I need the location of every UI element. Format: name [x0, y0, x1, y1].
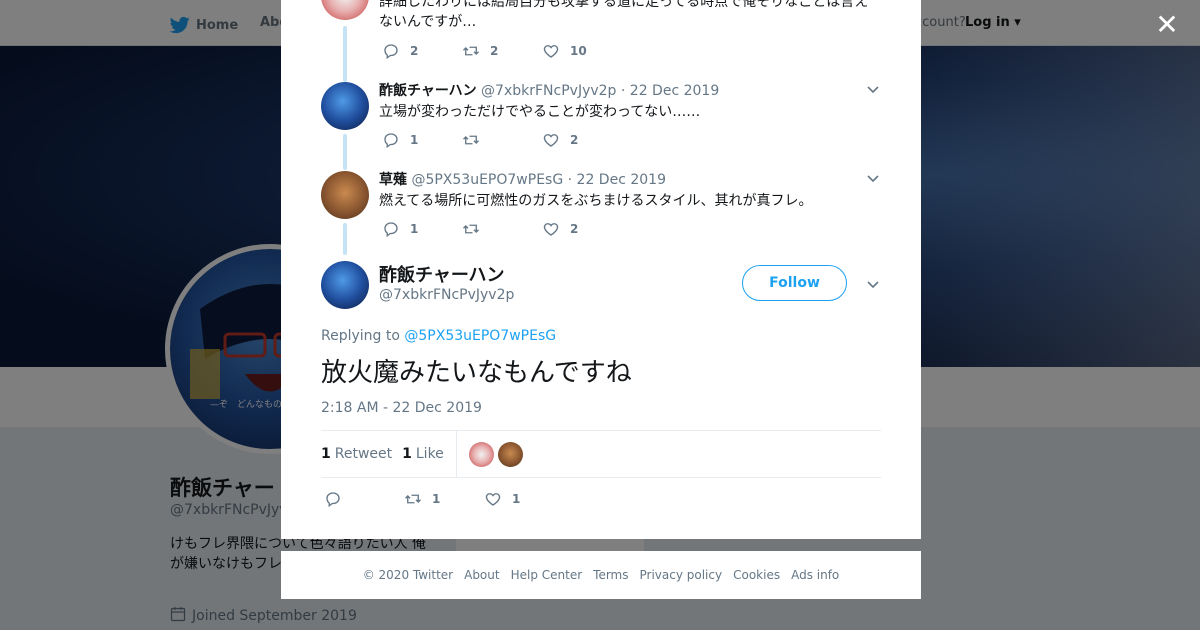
chevron-down-icon[interactable]: [866, 82, 880, 96]
follow-button[interactable]: Follow: [742, 265, 847, 301]
reply-icon: [382, 131, 400, 149]
like-count: 2: [570, 222, 579, 236]
tweet-actions: 1 2: [382, 220, 622, 238]
tweet-author-handle[interactable]: @5PX53uEPO7wPEsG: [411, 172, 563, 188]
tweet-avatar[interactable]: [321, 171, 369, 219]
retweet-stat[interactable]: 1 Retweet: [321, 446, 392, 462]
retweet-icon: [462, 131, 480, 149]
reply-icon: [382, 220, 400, 238]
like-button[interactable]: 1: [484, 490, 564, 508]
tweet-text: 燃えてる場所に可燃性のガスをぶちまけるスタイル、其れが真フレ。: [379, 193, 813, 209]
tweet-header: 草薙 @5PX53uEPO7wPEsG · 22 Dec 2019: [379, 169, 666, 189]
footer-link-privacy[interactable]: Privacy policy: [640, 568, 723, 582]
like-stat-label: Like: [415, 446, 444, 462]
main-tweet-avatar[interactable]: [321, 261, 369, 309]
like-count: 10: [570, 44, 587, 58]
reply-icon: [382, 42, 400, 60]
reply-count: 2: [410, 44, 419, 58]
reply-count: 1: [410, 222, 419, 236]
tweet-permalink-modal: 詳細したわりには結局自分も攻撃する道に走ってる時点で俺そりなことは言えないんです…: [281, 0, 921, 539]
footer-link-terms[interactable]: Terms: [593, 568, 628, 582]
tweet-date[interactable]: · 22 Dec 2019: [568, 172, 666, 188]
retweet-button[interactable]: [462, 220, 542, 238]
retweet-button[interactable]: [462, 131, 542, 149]
retweet-stat-label: Retweet: [334, 446, 393, 462]
replying-to: Replying to @5PX53uEPO7wPEsG: [321, 328, 556, 344]
tweet-author-handle[interactable]: @7xbkrFNcPvJyv2p: [481, 83, 616, 99]
like-button[interactable]: 2: [542, 131, 622, 149]
liker-avatar[interactable]: [468, 441, 494, 467]
thread-connector: [343, 26, 347, 82]
tweet-actions: 2 2 10: [382, 42, 622, 60]
tweet-author-name[interactable]: 草薙: [379, 172, 407, 188]
footer-copyright: © 2020 Twitter: [362, 568, 454, 582]
like-button[interactable]: 10: [542, 42, 622, 60]
tweet-avatar[interactable]: [321, 0, 369, 20]
main-tweet-actions: 1 1: [324, 490, 564, 508]
chevron-down-icon[interactable]: [866, 277, 880, 291]
footer-link-ads-info[interactable]: Ads info: [791, 568, 839, 582]
retweet-icon: [404, 490, 422, 508]
like-stat-count: 1: [402, 446, 412, 462]
replying-to-link[interactable]: @5PX53uEPO7wPEsG: [404, 328, 556, 344]
thread-connector: [343, 223, 347, 255]
heart-icon: [542, 131, 560, 149]
tweet-text: 詳細したわりには結局自分も攻撃する道に走ってる時点で俺そりなことは言えないんです…: [379, 0, 869, 30]
tweet-stats: 1 Retweet 1 Like: [321, 430, 881, 478]
thread-connector: [343, 134, 347, 170]
footer-link-help-center[interactable]: Help Center: [511, 568, 583, 582]
modal-footer: © 2020 Twitter About Help Center Terms P…: [281, 551, 921, 599]
main-tweet-text: 放火魔みたいなもんですね: [321, 358, 632, 388]
tweet-avatar[interactable]: [321, 82, 369, 130]
main-tweet-author-name[interactable]: 酢飯チャーハン: [379, 261, 504, 287]
reply-button[interactable]: 1: [382, 220, 462, 238]
chevron-down-icon[interactable]: [866, 171, 880, 185]
footer-link-cookies[interactable]: Cookies: [733, 568, 780, 582]
reply-button[interactable]: 2: [382, 42, 462, 60]
heart-icon: [542, 220, 560, 238]
tweet-text: 立場が変わっただけでやることが変わってない……: [379, 104, 701, 120]
main-tweet-author-handle[interactable]: @7xbkrFNcPvJyv2p: [379, 287, 514, 303]
like-count: 2: [570, 133, 579, 147]
like-count: 1: [512, 492, 521, 506]
tweet-header: 酢飯チャーハン @7xbkrFNcPvJyv2p · 22 Dec 2019: [379, 80, 719, 100]
retweet-icon: [462, 220, 480, 238]
reply-button[interactable]: [324, 490, 404, 508]
close-icon[interactable]: ✕: [1154, 11, 1180, 39]
stats-divider: [455, 431, 457, 477]
tweet-date[interactable]: · 22 Dec 2019: [621, 83, 719, 99]
tweet-author-name[interactable]: 酢飯チャーハン: [379, 83, 477, 99]
retweet-icon: [462, 42, 480, 60]
like-button[interactable]: 2: [542, 220, 622, 238]
like-stat[interactable]: 1 Like: [402, 446, 444, 462]
replying-prefix: Replying to: [321, 328, 400, 344]
retweet-count: 1: [432, 492, 441, 506]
retweet-button[interactable]: 1: [404, 490, 484, 508]
retweet-button[interactable]: 2: [462, 42, 542, 60]
reply-button[interactable]: 1: [382, 131, 462, 149]
heart-icon: [484, 490, 502, 508]
retweet-stat-count: 1: [321, 446, 331, 462]
footer-link-about[interactable]: About: [464, 568, 499, 582]
main-tweet-timestamp[interactable]: 2:18 AM - 22 Dec 2019: [321, 400, 482, 416]
heart-icon: [542, 42, 560, 60]
liker-avatar[interactable]: [497, 441, 523, 467]
reply-count: 1: [410, 133, 419, 147]
reply-icon: [324, 490, 342, 508]
tweet-actions: 1 2: [382, 131, 622, 149]
retweet-count: 2: [490, 44, 499, 58]
